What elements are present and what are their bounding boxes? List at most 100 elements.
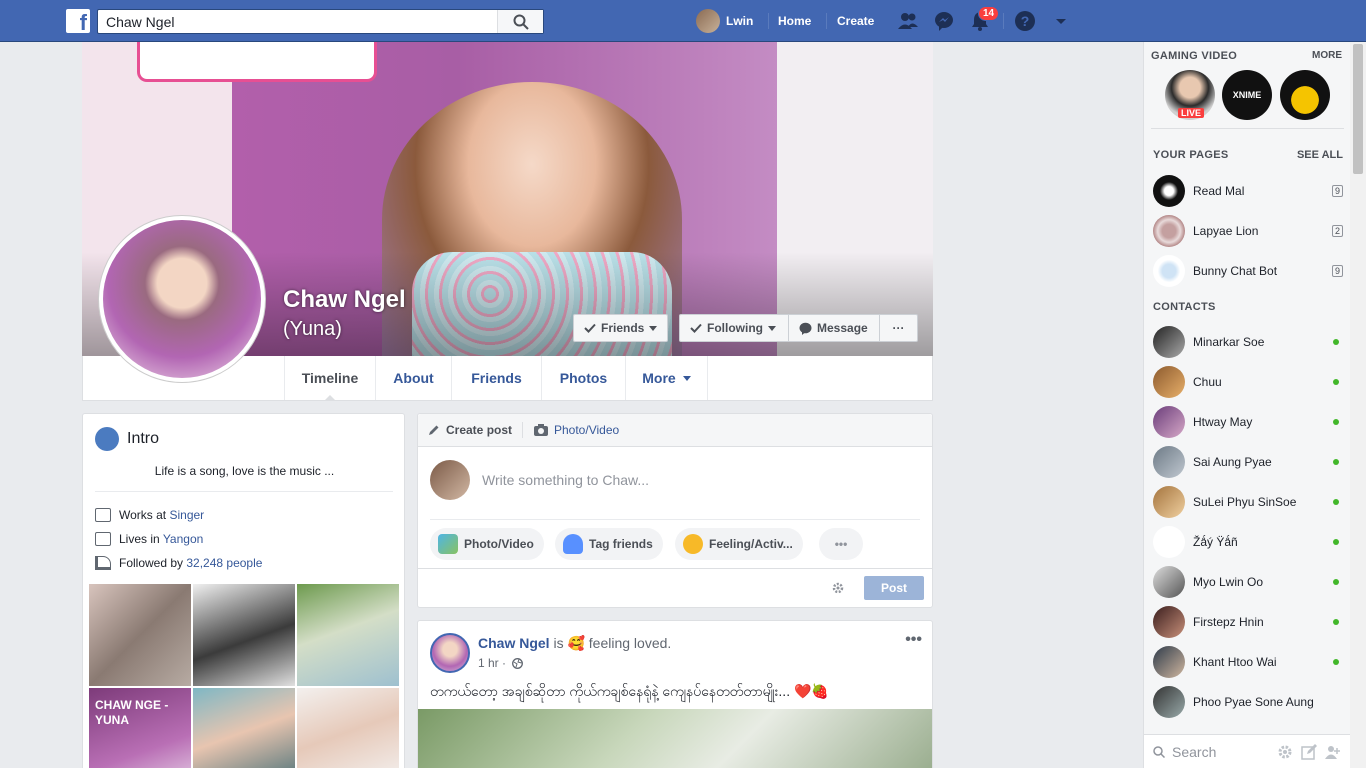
avatar (1153, 366, 1185, 398)
settings-gear-icon[interactable] (832, 582, 844, 594)
xnime-logo-icon: XNIME (1233, 90, 1262, 100)
photo-video-tab[interactable]: Photo/Video (534, 423, 619, 437)
simba-gaming-avatar[interactable] (1280, 70, 1330, 120)
post-activity: is 🥰 feeling loved. (549, 635, 672, 651)
chat-search-input[interactable]: Search (1172, 744, 1216, 760)
photo-thumbnail[interactable]: CHAW NGE - YUNA (89, 688, 191, 768)
contact-item[interactable]: SuLei Phyu SinSoe (1153, 485, 1343, 519)
tab-timeline[interactable]: Timeline (284, 356, 376, 401)
lives-in-link[interactable]: Yangon (163, 532, 203, 546)
contact-item[interactable]: Chuu (1153, 365, 1343, 399)
account-menu-chevron-icon[interactable] (1050, 10, 1072, 32)
more-options-button[interactable]: ··· (879, 314, 918, 342)
feeling-activity-button[interactable]: Feeling/Activ... (675, 528, 803, 560)
following-button-label: Following (707, 321, 763, 335)
settings-gear-icon[interactable] (1277, 744, 1293, 760)
contact-item[interactable]: Firstepz Hnin (1153, 605, 1343, 639)
page-name: Lapyae Lion (1193, 224, 1259, 238)
tab-about[interactable]: About (376, 356, 452, 400)
avatar (1153, 606, 1185, 638)
avatar (1153, 526, 1185, 558)
online-status-icon (1333, 499, 1339, 505)
create-post-tab[interactable]: Create post (428, 423, 512, 437)
bio-text: Life is a song, love is the music ... (154, 464, 335, 478)
post-image[interactable] (418, 709, 932, 768)
online-status-icon (1333, 339, 1339, 345)
messenger-icon[interactable] (933, 10, 955, 32)
create-link[interactable]: Create (837, 0, 874, 42)
feed-post: Chaw Ngel is 🥰 feeling loved. 1 hr · •••… (417, 620, 933, 768)
scrollbar-thumb[interactable] (1353, 44, 1363, 174)
tab-more[interactable]: More (626, 356, 708, 400)
new-message-icon[interactable] (1301, 744, 1317, 760)
create-group-icon[interactable] (1325, 744, 1341, 760)
tag-friends-button[interactable]: Tag friends (555, 528, 663, 560)
facebook-logo-icon[interactable]: f (66, 9, 90, 33)
smiley-icon (683, 534, 703, 554)
tab-photos[interactable]: Photos (542, 356, 626, 400)
tab-more-label: More (642, 370, 676, 386)
contact-item[interactable]: Htway May (1153, 405, 1343, 439)
profile-picture[interactable] (98, 215, 266, 383)
search-field[interactable]: Chaw Ngel (97, 9, 544, 34)
help-icon[interactable]: ? (1014, 10, 1036, 32)
avatar (1153, 486, 1185, 518)
avatar[interactable] (430, 633, 470, 673)
message-button[interactable]: Message (788, 314, 880, 342)
contact-name: Phoo Pyae Sone Aung (1193, 695, 1314, 709)
page-scrollbar[interactable] (1350, 42, 1366, 768)
photo-thumbnail[interactable] (297, 584, 399, 686)
search-input[interactable]: Chaw Ngel (106, 14, 174, 30)
live-badge: LIVE (1178, 108, 1205, 118)
works-at-link[interactable]: Singer (169, 508, 204, 522)
notification-badge: 14 (978, 6, 1000, 21)
photo-thumbnail[interactable] (193, 688, 295, 768)
friends-button[interactable]: Friends (573, 314, 669, 342)
svg-text:?: ? (1021, 13, 1030, 29)
post-author-link[interactable]: Chaw Ngel (478, 635, 550, 651)
page-item[interactable]: Bunny Chat Bot 9 (1153, 254, 1343, 288)
page-item[interactable]: Read Mal 9 (1153, 174, 1343, 208)
rss-feed-icon (95, 556, 111, 570)
profile-link[interactable]: Lwin (696, 0, 753, 42)
contact-item[interactable]: Žǻý Ÿǻñ (1153, 525, 1343, 559)
photo-thumbnail[interactable] (193, 584, 295, 686)
see-all-pages-link[interactable]: SEE ALL (1297, 149, 1343, 161)
following-button[interactable]: Following (679, 314, 789, 342)
contact-item[interactable]: Myo Lwin Oo (1153, 565, 1343, 599)
page-name: Bunny Chat Bot (1193, 264, 1278, 278)
messenger-icon (799, 322, 812, 335)
contact-item[interactable]: Khant Htoo Wai (1153, 645, 1343, 679)
avatar (696, 9, 720, 33)
more-options-button[interactable]: ••• (819, 528, 863, 560)
avatar (1153, 406, 1185, 438)
photo-thumbnail[interactable] (89, 584, 191, 686)
chat-search-bar: Search (1144, 734, 1351, 768)
page-notification-count: 9 (1331, 185, 1343, 197)
home-link[interactable]: Home (778, 0, 811, 42)
post-timestamp[interactable]: 1 hr · (478, 656, 506, 670)
profile-name[interactable]: Chaw Ngel (283, 286, 406, 314)
search-button[interactable] (497, 10, 543, 33)
user-name: Lwin (726, 14, 754, 28)
friend-requests-icon[interactable] (897, 10, 919, 32)
tab-friends[interactable]: Friends (452, 356, 542, 400)
avatar (1153, 175, 1185, 207)
photo-video-button[interactable]: Photo/Video (430, 528, 544, 560)
message-button-label: Message (817, 321, 868, 335)
online-status-icon (1333, 379, 1339, 385)
contact-item[interactable]: Sai Aung Pyae (1153, 445, 1343, 479)
gaming-more-link[interactable]: MORE (1312, 50, 1342, 61)
svg-text:XNIME: XNIME (1233, 90, 1262, 100)
followers-link[interactable]: 32,248 people (186, 556, 262, 570)
composer-input[interactable]: Write something to Chaw... (482, 472, 649, 488)
friends-button-label: Friends (601, 321, 645, 335)
post-options-button[interactable]: ••• (905, 631, 922, 649)
contact-item[interactable]: Phoo Pyae Sone Aung (1153, 685, 1343, 719)
page-item[interactable]: Lapyae Lion 2 (1153, 214, 1343, 248)
photo-thumbnail[interactable] (297, 688, 399, 768)
contact-item[interactable]: Minarkar Soe (1153, 325, 1343, 359)
xnime-avatar[interactable]: XNIME (1222, 70, 1272, 120)
post-button[interactable]: Post (864, 576, 924, 600)
divider (430, 519, 920, 520)
